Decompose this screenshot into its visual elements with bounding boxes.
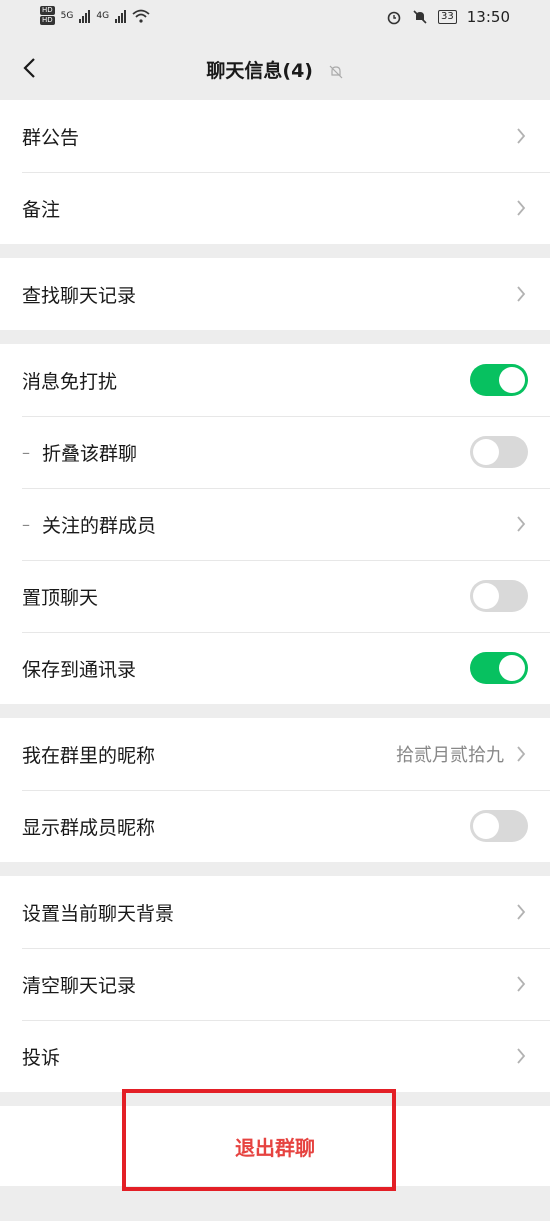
row-label: 查找聊天记录 — [22, 284, 137, 307]
row-label: 折叠该群聊 — [42, 442, 138, 465]
settings-row[interactable]: 投诉 — [0, 1020, 550, 1092]
row-label: 清空聊天记录 — [22, 974, 137, 997]
status-left: HD HD 5G 4G — [40, 6, 150, 25]
hd-badge-2: HD — [40, 16, 55, 25]
chevron-right-icon — [517, 200, 526, 216]
settings-row[interactable]: 我在群里的昵称 拾贰月贰拾九 — [0, 718, 550, 790]
settings-row[interactable]: 设置当前聊天背景 — [0, 876, 550, 948]
settings-row[interactable]: 群公告 — [0, 100, 550, 172]
row-label: 备注 — [22, 198, 61, 221]
page-title: 聊天信息(4) — [0, 56, 550, 83]
page-title-text: 聊天信息(4) — [206, 60, 313, 82]
hd-badges: HD HD — [40, 6, 55, 25]
signal-icon-2 — [115, 9, 127, 23]
toggle-switch[interactable] — [470, 436, 528, 468]
settings-row[interactable]: 消息免打扰 — [0, 344, 550, 416]
chevron-right-icon — [517, 286, 526, 302]
exit-group-button[interactable]: 退出群聊 — [0, 1132, 550, 1161]
hd-badge-1: HD — [40, 6, 55, 15]
signal-icon — [79, 9, 91, 23]
row-value: 拾贰月贰拾九 — [396, 745, 504, 766]
toggle-switch[interactable] — [470, 810, 528, 842]
silent-bell-icon — [413, 10, 427, 24]
settings-group: 我在群里的昵称 拾贰月贰拾九显示群成员昵称 — [0, 718, 550, 862]
network-4g-label: 4G — [96, 10, 110, 21]
exit-section: 退出群聊 — [0, 1106, 550, 1186]
settings-group: 消息免打扰 – 折叠该群聊 – 关注的群成员 置顶聊天 保存到通讯录 — [0, 344, 550, 704]
chevron-right-icon — [517, 516, 526, 532]
toggle-switch[interactable] — [470, 652, 528, 684]
row-label: 关注的群成员 — [42, 514, 157, 537]
indent-dash: – — [22, 442, 30, 462]
chevron-right-icon — [517, 746, 526, 762]
settings-row[interactable]: 清空聊天记录 — [0, 948, 550, 1020]
row-label: 保存到通讯录 — [22, 658, 137, 681]
toggle-knob — [473, 439, 499, 465]
status-time: 13:50 — [466, 8, 510, 26]
row-label: 设置当前聊天背景 — [22, 902, 175, 925]
toggle-knob — [473, 813, 499, 839]
settings-group: 查找聊天记录 — [0, 258, 550, 330]
settings-row[interactable]: 保存到通讯录 — [0, 632, 550, 704]
settings-group: 群公告 备注 — [0, 100, 550, 244]
toggle-switch[interactable] — [470, 580, 528, 612]
battery-indicator: 33 — [438, 10, 457, 24]
indent-dash: – — [22, 514, 30, 534]
settings-row[interactable]: – 折叠该群聊 — [0, 416, 550, 488]
status-bar: HD HD 5G 4G 33 13:50 — [0, 0, 550, 36]
toggle-switch[interactable] — [470, 364, 528, 396]
toggle-knob — [499, 367, 525, 393]
muted-bell-icon — [329, 65, 343, 78]
row-label: 显示群成员昵称 — [22, 816, 156, 839]
status-right: 33 13:50 — [386, 8, 510, 26]
nav-bar: 聊天信息(4) — [0, 36, 550, 100]
chevron-right-icon — [517, 904, 526, 920]
row-label: 消息免打扰 — [22, 370, 118, 393]
settings-row[interactable]: 置顶聊天 — [0, 560, 550, 632]
wifi-icon — [132, 9, 150, 23]
toggle-knob — [473, 583, 499, 609]
settings-row[interactable]: 显示群成员昵称 — [0, 790, 550, 862]
chevron-right-icon — [517, 976, 526, 992]
settings-row[interactable]: – 关注的群成员 — [0, 488, 550, 560]
chevron-right-icon — [517, 1048, 526, 1064]
row-label: 置顶聊天 — [22, 586, 99, 609]
settings-row[interactable]: 查找聊天记录 — [0, 258, 550, 330]
row-label: 我在群里的昵称 — [22, 744, 156, 767]
chevron-right-icon — [517, 128, 526, 144]
network-5g-label: 5G — [60, 10, 74, 21]
settings-row[interactable]: 备注 — [0, 172, 550, 244]
settings-sections: 群公告 备注 查找聊天记录 消息免打扰 – 折叠该群聊 – 关注的群成员 置顶聊天 保存到通讯录我… — [0, 100, 550, 1092]
settings-group: 设置当前聊天背景 清空聊天记录 投诉 — [0, 876, 550, 1092]
row-label: 投诉 — [22, 1046, 61, 1069]
row-label: 群公告 — [22, 126, 80, 149]
toggle-knob — [499, 655, 525, 681]
alarm-icon — [387, 11, 401, 25]
